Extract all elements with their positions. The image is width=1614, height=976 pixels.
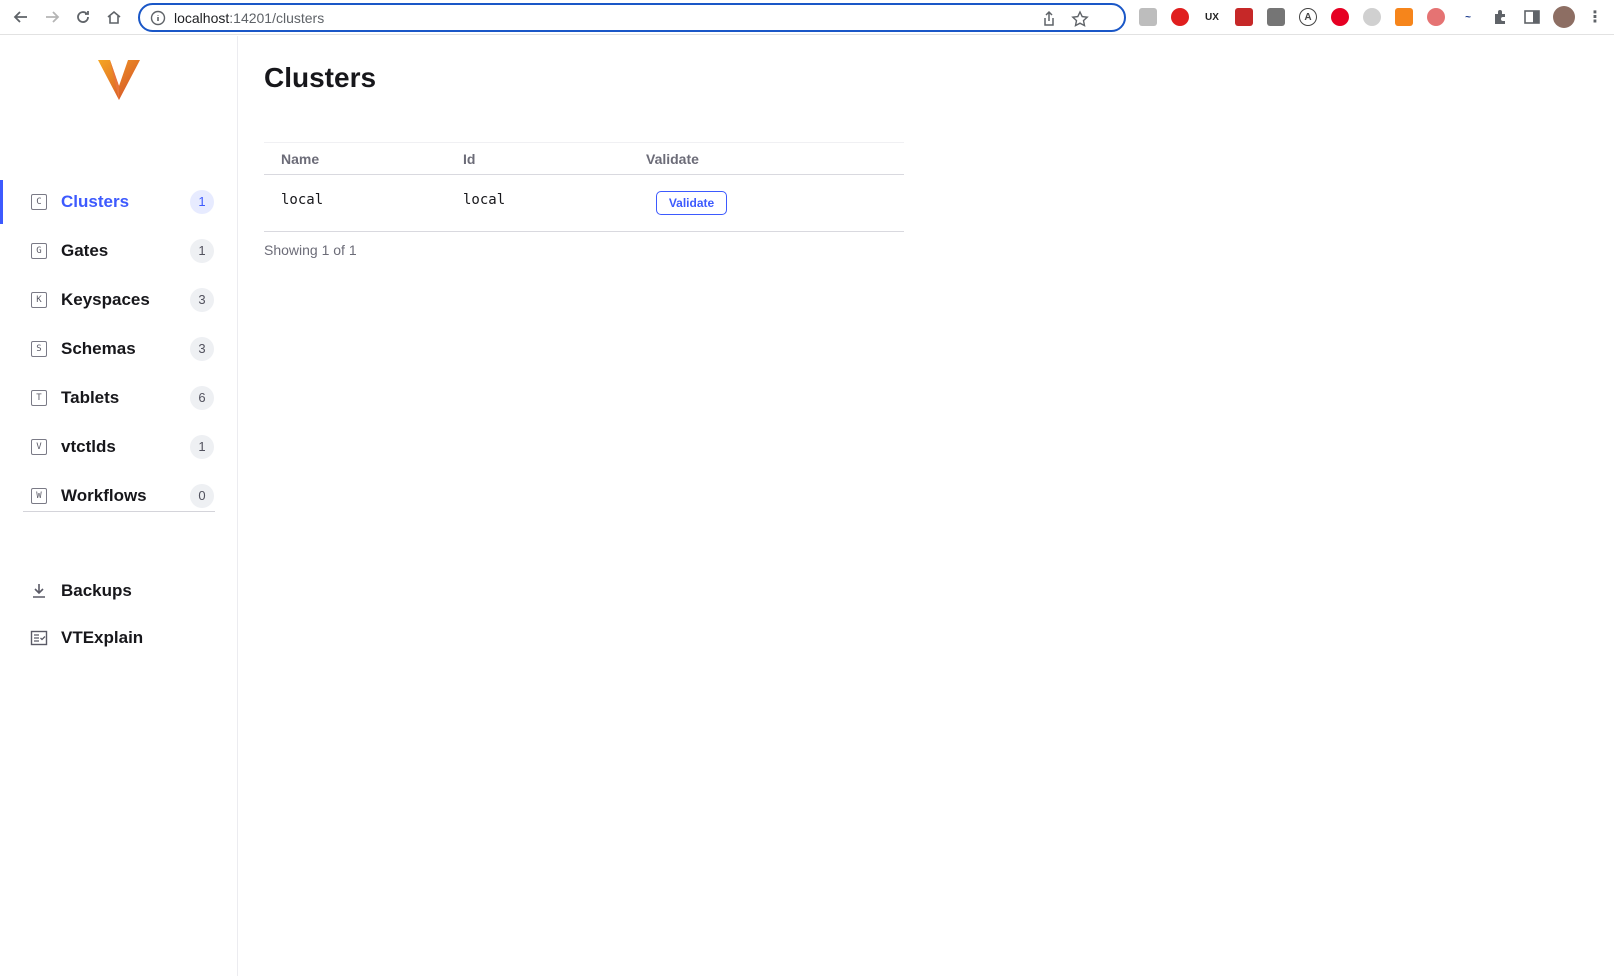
- sidebar-item-schemas[interactable]: S Schemas 3: [0, 327, 238, 371]
- extension-6-icon[interactable]: A: [1299, 8, 1317, 26]
- metamask-icon[interactable]: [1395, 8, 1413, 26]
- sidebar-item-label: Gates: [61, 241, 109, 260]
- sidebar-item-vtctlds[interactable]: Vvtctlds 1: [0, 425, 238, 469]
- count-badge: 1: [190, 435, 214, 459]
- sidebar-item-label: Workflows: [61, 486, 147, 505]
- forward-button[interactable]: [41, 6, 63, 28]
- sidebar-item-label: vtctlds: [61, 437, 116, 456]
- sidepanel-icon[interactable]: [1523, 8, 1541, 26]
- count-badge: 1: [190, 239, 214, 263]
- nav-letter-icon: C: [31, 194, 47, 210]
- url-host: localhost: [174, 10, 230, 26]
- sidebar-item-gates[interactable]: G Gates 1: [0, 229, 238, 273]
- sidebar-item-label: Clusters: [61, 192, 130, 211]
- browser-toolbar: localhost:14201/clusters UX A ~ ⋮: [0, 0, 1614, 35]
- table-row: local local Validate: [264, 175, 904, 232]
- validate-button[interactable]: Validate: [656, 191, 727, 215]
- table-header: Name Id Validate: [264, 142, 904, 175]
- extension-2-icon[interactable]: [1171, 8, 1189, 26]
- sidebar-item-label: Backups: [61, 581, 132, 600]
- nav-letter-icon: W: [31, 488, 47, 504]
- nav-letter-icon: T: [31, 390, 47, 406]
- nav-letter-icon: K: [31, 292, 47, 308]
- nav-letter-icon: V: [31, 439, 47, 455]
- ux-extension-icon[interactable]: UX: [1203, 8, 1221, 26]
- share-icon[interactable]: [1040, 10, 1058, 28]
- url-text[interactable]: localhost:14201/clusters: [174, 10, 324, 26]
- column-header-validate: Validate: [646, 151, 699, 167]
- cluster-id-cell: local: [463, 192, 506, 208]
- sidebar: C Clusters 1 G Gates 1 K Keyspaces 3 S Schemas 3 T Ta…: [0, 36, 238, 976]
- sidebar-item-vtexplain[interactable]: VTExplain: [0, 616, 238, 660]
- column-header-id: Id: [463, 151, 476, 167]
- page-title: Clusters: [264, 62, 377, 93]
- sidebar-item-tablets[interactable]: T Tablets 6: [0, 376, 238, 420]
- extension-4-icon[interactable]: [1235, 8, 1253, 26]
- home-button[interactable]: [103, 6, 125, 28]
- puzzle-icon[interactable]: [1491, 8, 1509, 26]
- extension-11-icon[interactable]: ~: [1459, 8, 1477, 26]
- count-badge: 3: [190, 288, 214, 312]
- profile-avatar[interactable]: [1553, 6, 1575, 28]
- sidebar-item-keyspaces[interactable]: K Keyspaces 3: [0, 278, 238, 322]
- count-badge: 6: [190, 386, 214, 410]
- vitess-logo-icon[interactable]: [96, 58, 142, 102]
- url-path: :14201/clusters: [229, 10, 325, 26]
- back-arrow-icon: [13, 11, 27, 23]
- download-icon: [33, 584, 45, 598]
- back-button[interactable]: [10, 6, 32, 28]
- pagination-summary: Showing 1 of 1: [264, 242, 357, 258]
- extension-5-icon[interactable]: [1267, 8, 1285, 26]
- bookmark-star-icon[interactable]: [1071, 10, 1089, 28]
- info-icon[interactable]: [150, 10, 166, 26]
- sidebar-item-label: Keyspaces: [61, 290, 150, 309]
- extension-8-icon[interactable]: [1363, 8, 1381, 26]
- main-content: Clusters Name Id Validate local local Va…: [239, 36, 1614, 976]
- nav-letter-icon: S: [31, 341, 47, 357]
- kebab-menu-icon[interactable]: ⋮: [1586, 8, 1604, 26]
- address-bar[interactable]: localhost:14201/clusters: [138, 3, 1126, 32]
- pinterest-icon[interactable]: [1331, 8, 1349, 26]
- home-icon: [107, 10, 121, 24]
- cluster-name-cell: local: [281, 192, 324, 208]
- sidebar-item-label: Schemas: [61, 339, 136, 358]
- count-badge: 3: [190, 337, 214, 361]
- column-header-name: Name: [281, 151, 320, 167]
- reload-button[interactable]: [72, 6, 94, 28]
- count-badge: 1: [190, 190, 214, 214]
- sidebar-item-label: Tablets: [61, 388, 120, 407]
- sidebar-item-label: VTExplain: [61, 628, 144, 647]
- nav-letter-icon: G: [31, 243, 47, 259]
- forward-arrow-icon: [46, 11, 60, 23]
- sidebar-item-backups[interactable]: Backups: [0, 569, 238, 613]
- count-badge: 0: [190, 484, 214, 508]
- reload-icon: [77, 11, 89, 23]
- clusters-table: Name Id Validate local local Validate: [264, 142, 904, 232]
- extension-1-icon[interactable]: [1139, 8, 1157, 26]
- sidebar-item-clusters[interactable]: C Clusters 1: [0, 180, 238, 224]
- explain-icon: [30, 630, 48, 646]
- extension-10-icon[interactable]: [1427, 8, 1445, 26]
- sidebar-divider: [23, 511, 215, 512]
